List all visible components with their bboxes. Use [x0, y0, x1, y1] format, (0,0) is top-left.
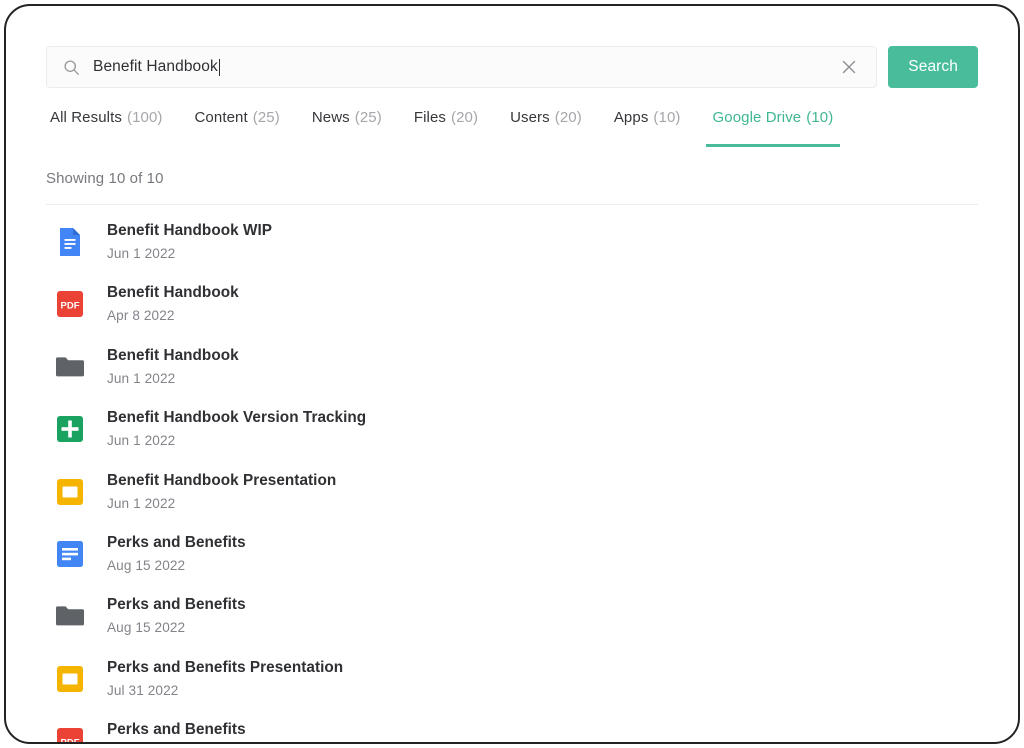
- svg-text:PDF: PDF: [61, 738, 80, 742]
- clear-search-button[interactable]: [832, 50, 866, 84]
- result-title[interactable]: Benefit Handbook WIP: [107, 222, 272, 240]
- result-text: Benefit Handbook Jun 1 2022: [107, 344, 239, 386]
- result-text: Benefit Handbook Apr 8 2022: [107, 281, 239, 323]
- result-row[interactable]: Perks and Benefits Aug 15 2022: [46, 593, 978, 655]
- result-row[interactable]: Benefit Handbook Jun 1 2022: [46, 344, 978, 406]
- google-slides-icon: [53, 475, 87, 509]
- section-divider: [46, 204, 978, 205]
- result-row[interactable]: Benefit Handbook Presentation Jun 1 2022: [46, 469, 978, 531]
- result-date: Jun 1 2022: [107, 433, 176, 449]
- search-input-text: Benefit Handbook: [93, 58, 832, 76]
- pdf-file-icon: PDF: [53, 724, 87, 742]
- tab-content[interactable]: Content (25): [179, 109, 296, 147]
- document-icon: [53, 537, 87, 571]
- result-text: Benefit Handbook Presentation Jun 1 2022: [107, 469, 336, 511]
- result-date: Apr 8 2022: [107, 308, 175, 324]
- result-date: Jun 1 2022: [107, 246, 176, 261]
- result-row[interactable]: Benefit Handbook Version Tracking Jun 1 2…: [46, 406, 978, 468]
- result-title[interactable]: Perks and Benefits Presentation: [107, 659, 343, 677]
- results-list: Benefit Handbook WIP Jun 1 2022 PDF Benefit…: [46, 219, 978, 742]
- result-title[interactable]: Perks and Benefits: [107, 534, 246, 552]
- google-docs-icon: [53, 225, 87, 259]
- result-row[interactable]: Perks and Benefits Presentation Jul 31 20…: [46, 656, 978, 718]
- result-row[interactable]: Perks and Benefits Aug 15 2022: [46, 531, 978, 593]
- tab-label: News: [311, 109, 350, 126]
- result-text: Perks and Benefits Aug 15 2022: [107, 593, 246, 635]
- tab-label: Apps: [613, 109, 649, 126]
- tab-count: (25): [354, 109, 382, 126]
- tab-count: (25): [252, 109, 280, 126]
- results-count-summary: Showing 10 of 10: [46, 170, 164, 187]
- tab-label: Google Drive: [712, 109, 802, 126]
- result-text: Perks and Benefits Presentation Jul 31 20…: [107, 656, 343, 698]
- search-submit-button[interactable]: Search: [888, 46, 978, 88]
- result-title[interactable]: Benefit Handbook Version Tracking: [107, 409, 366, 427]
- tab-files[interactable]: Files (20): [398, 109, 494, 147]
- result-title[interactable]: Perks and Benefits: [107, 721, 246, 739]
- tab-count: (10): [653, 109, 681, 126]
- result-date: Aug 15 2022: [107, 620, 186, 636]
- tab-label: Files: [413, 109, 446, 126]
- folder-icon: [53, 350, 87, 384]
- tab-label: Content: [194, 109, 248, 126]
- app-window-frame: Benefit Handbook Search All Results (100)…: [4, 4, 1020, 744]
- tab-label: Users: [510, 109, 550, 126]
- result-date: Aug 15 2022: [107, 557, 186, 573]
- search-bar: Benefit Handbook Search: [46, 6, 978, 88]
- result-row[interactable]: PDF Benefit Handbook Apr 8 2022: [46, 281, 978, 343]
- tab-count: (100): [126, 109, 163, 126]
- text-cursor: [218, 58, 220, 76]
- search-input-value: Benefit Handbook: [93, 58, 218, 75]
- tab-all-results[interactable]: All Results (100): [46, 109, 179, 147]
- tab-news[interactable]: News (25): [296, 109, 398, 147]
- result-title[interactable]: Perks and Benefits: [107, 596, 246, 614]
- close-icon: [841, 59, 857, 75]
- tab-label: All Results: [50, 109, 122, 126]
- google-sheets-icon: [53, 412, 87, 446]
- result-row[interactable]: PDF Perks and Benefits: [46, 718, 978, 742]
- tab-users[interactable]: Users (20): [494, 109, 598, 147]
- result-text: Perks and Benefits: [107, 718, 246, 739]
- search-input[interactable]: Benefit Handbook: [46, 46, 878, 88]
- tab-apps[interactable]: Apps (10): [598, 109, 697, 147]
- google-slides-icon: [53, 662, 87, 696]
- result-text: Benefit Handbook Version Tracking Jun 1 2…: [107, 406, 366, 448]
- result-title[interactable]: Benefit Handbook: [107, 284, 239, 302]
- result-date: Jun 1 2022: [107, 495, 176, 511]
- result-text: Benefit Handbook WIP Jun 1 2022: [107, 219, 272, 261]
- tab-count: (20): [554, 109, 582, 126]
- tab-count: (20): [451, 109, 479, 126]
- result-title[interactable]: Benefit Handbook: [107, 347, 239, 365]
- folder-icon: [53, 599, 87, 633]
- pdf-file-icon: PDF: [53, 287, 87, 321]
- result-row[interactable]: Benefit Handbook WIP Jun 1 2022: [46, 219, 978, 281]
- result-title[interactable]: Benefit Handbook Presentation: [107, 472, 336, 490]
- result-text: Perks and Benefits Aug 15 2022: [107, 531, 246, 573]
- result-date: Jul 31 2022: [107, 682, 179, 698]
- result-date: Jun 1 2022: [107, 370, 176, 386]
- tab-google-drive[interactable]: Google Drive (10): [697, 109, 850, 147]
- search-icon: [63, 59, 80, 76]
- result-category-tabs: All Results (100) Content (25) News (25) Files…: [46, 109, 978, 147]
- svg-text:PDF: PDF: [61, 301, 80, 312]
- search-results-page: Benefit Handbook Search All Results (100)…: [6, 6, 1018, 742]
- tab-count: (10): [806, 109, 834, 126]
